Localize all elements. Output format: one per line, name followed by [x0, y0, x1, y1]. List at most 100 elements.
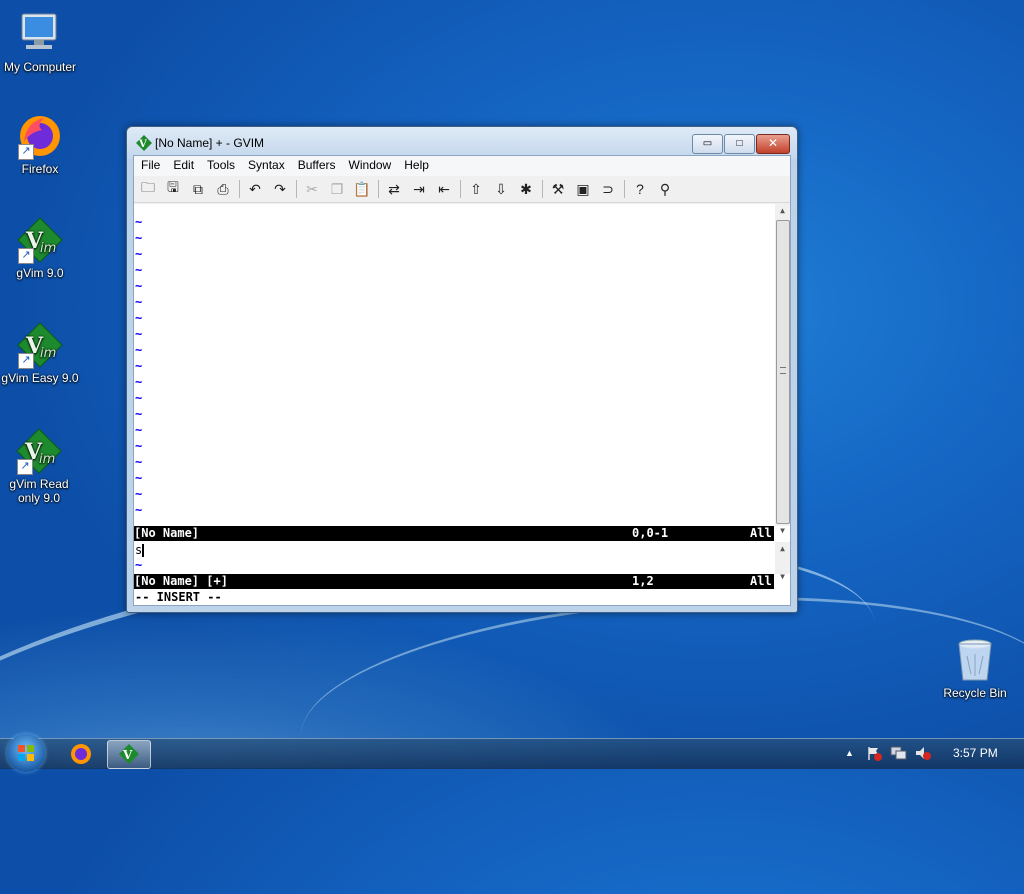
vim-icon: Vim ↗: [16, 321, 64, 369]
scroll-up-arrow-icon[interactable]: ▲: [775, 204, 790, 218]
bottom-scrollbar[interactable]: ▲ ▼: [775, 542, 790, 581]
taskbar: V ▲ 3:57 PM: [0, 734, 1024, 772]
ctags-icon[interactable]: ⊃: [597, 178, 619, 200]
vim-icon: V: [119, 744, 139, 764]
menu-buffers[interactable]: Buffers: [291, 156, 342, 176]
desktop-icon-label: My Computer: [3, 60, 77, 74]
window-client: File Edit Tools Syntax Buffers Window He…: [133, 155, 791, 606]
bottom-status-line: [No Name] [+] 1,2 All: [134, 574, 774, 589]
scroll-up-arrow-icon[interactable]: ▲: [775, 542, 790, 556]
desktop-icon-label: gVim 9.0: [16, 266, 64, 280]
tilde-line: ~: [135, 558, 143, 572]
print-icon[interactable]: ⎙: [212, 178, 234, 200]
tilde-line: ~: [135, 455, 143, 469]
scroll-down-arrow-icon[interactable]: ▼: [775, 524, 790, 538]
status-filename: [No Name] [+]: [134, 574, 228, 588]
recycle-bin-icon: [951, 636, 999, 684]
svg-text:im: im: [39, 452, 55, 467]
clock[interactable]: 3:57 PM: [953, 746, 998, 760]
open-icon[interactable]: 🗀: [137, 178, 159, 200]
tilde-line: ~: [135, 471, 143, 485]
tilde-line: ~: [135, 279, 143, 293]
desktop-icon-gvim[interactable]: Vim ↗ gVim 9.0: [0, 216, 80, 280]
window-title: [No Name] + - GVIM: [155, 136, 265, 150]
text-cursor: [142, 544, 145, 557]
maximize-button[interactable]: □: [724, 134, 755, 154]
toolbar-separator: [378, 180, 379, 198]
top-status-line: [No Name] 0,0-1 All: [134, 526, 774, 541]
editor-area[interactable]: ~ ~ ~ ~ ~ ~ ~ ~ ~ ~ ~ ~ ~ ~ ~ ~ ~ ~ ~ ▲ ▼ [No Name] 0,0-1 …: [134, 204, 790, 605]
save-session-icon[interactable]: ⇩: [490, 178, 512, 200]
start-button[interactable]: [7, 734, 45, 772]
find-next-icon[interactable]: ⇥: [408, 178, 430, 200]
tilde-line: ~: [135, 311, 143, 325]
cut-icon[interactable]: ✂: [301, 178, 323, 200]
top-scrollbar[interactable]: ▲ ▼: [775, 204, 790, 535]
menu-file[interactable]: File: [134, 156, 166, 176]
desktop-icon-firefox[interactable]: ↗ Firefox: [0, 112, 80, 176]
desktop-icon-gvim-read-only[interactable]: Vim ↗ gVim Read only 9.0: [0, 427, 78, 505]
svg-text:V: V: [138, 139, 147, 150]
shell-icon[interactable]: ▣: [572, 178, 594, 200]
menu-help[interactable]: Help: [397, 156, 435, 176]
scroll-down-arrow-icon[interactable]: ▼: [775, 570, 790, 584]
desktop-icon-my-computer[interactable]: My Computer: [0, 10, 80, 74]
menu-edit[interactable]: Edit: [166, 156, 200, 176]
desktop-icon-recycle-bin[interactable]: Recycle Bin: [935, 636, 1015, 700]
tilde-line: ~: [135, 343, 143, 357]
gvim-window[interactable]: V [No Name] + - GVIM ▭ □ ✕ File Edit Too…: [126, 126, 798, 613]
mode-indicator: -- INSERT --: [135, 590, 222, 604]
save-icon[interactable]: 🖫: [162, 178, 184, 200]
menu-window[interactable]: Window: [342, 156, 398, 176]
status-filename: [No Name]: [134, 526, 200, 540]
buffer-text: s: [135, 543, 143, 557]
windows-logo-icon: [18, 745, 34, 761]
show-hidden-icons-button[interactable]: ▲: [845, 748, 854, 758]
vim-icon: V: [136, 135, 152, 151]
firefox-icon: ↗: [16, 112, 64, 160]
buffer-line: s: [135, 542, 145, 558]
network-icon[interactable]: [890, 745, 908, 764]
desktop-icon-label: gVim Read only 9.0: [9, 477, 69, 505]
scroll-thumb[interactable]: [776, 220, 790, 524]
menu-tools[interactable]: Tools: [200, 156, 241, 176]
paste-icon[interactable]: 📋: [351, 178, 373, 200]
tilde-line: ~: [135, 487, 143, 501]
action-center-flag-icon[interactable]: [866, 745, 882, 764]
desktop-icon-label: Recycle Bin: [943, 686, 1007, 700]
find-prev-icon[interactable]: ⇤: [433, 178, 455, 200]
close-button[interactable]: ✕: [756, 134, 790, 154]
tilde-line: ~: [135, 231, 143, 245]
load-session-icon[interactable]: ⇧: [465, 178, 487, 200]
minimize-button[interactable]: ▭: [692, 134, 723, 154]
computer-icon: [16, 10, 64, 58]
toolbar-separator: [296, 180, 297, 198]
tilde-line: ~: [135, 295, 143, 309]
tilde-line: ~: [135, 359, 143, 373]
toolbar-separator: [460, 180, 461, 198]
help-icon[interactable]: ?: [629, 178, 651, 200]
shortcut-arrow-icon: ↗: [18, 144, 34, 160]
status-position: 0,0-1: [632, 526, 669, 540]
tilde-line: ~: [135, 407, 143, 421]
run-script-icon[interactable]: ✱: [515, 178, 537, 200]
tilde-line: ~: [135, 263, 143, 277]
volume-muted-icon[interactable]: [914, 745, 932, 764]
status-scroll: All: [750, 574, 772, 588]
make-icon[interactable]: ⚒: [547, 178, 569, 200]
firefox-icon: [71, 744, 91, 764]
shortcut-arrow-icon: ↗: [17, 459, 33, 475]
toolbar-separator: [624, 180, 625, 198]
undo-icon[interactable]: ↶: [244, 178, 266, 200]
menu-syntax[interactable]: Syntax: [241, 156, 291, 176]
save-all-icon[interactable]: ⧉: [187, 178, 209, 200]
status-position: 1,2: [632, 574, 654, 588]
taskbar-gvim[interactable]: V: [107, 740, 151, 769]
copy-icon[interactable]: ❐: [326, 178, 348, 200]
redo-icon[interactable]: ↷: [269, 178, 291, 200]
taskbar-firefox[interactable]: [60, 740, 102, 767]
toolbar-separator: [542, 180, 543, 198]
desktop-icon-gvim-easy[interactable]: Vim ↗ gVim Easy 9.0: [0, 321, 80, 385]
replace-icon[interactable]: ⇄: [383, 178, 405, 200]
find-help-icon[interactable]: ⚲: [654, 178, 676, 200]
